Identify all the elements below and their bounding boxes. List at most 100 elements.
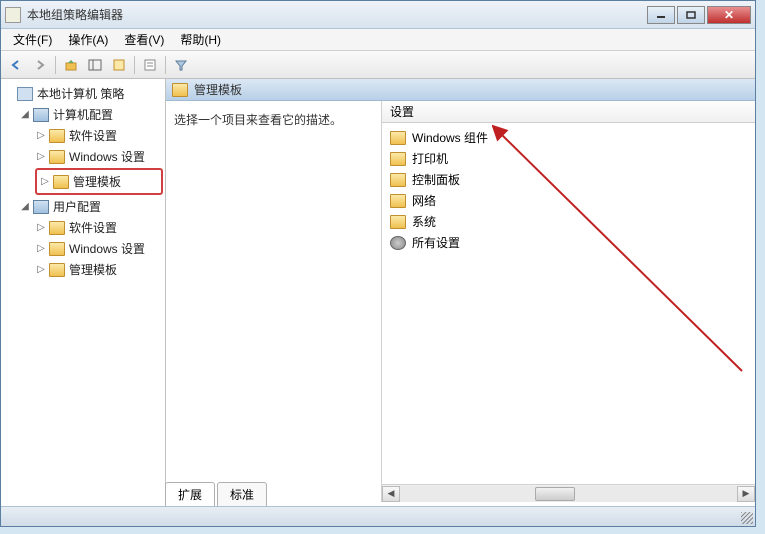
minimize-button[interactable] [647, 6, 675, 24]
scroll-thumb[interactable] [535, 487, 575, 501]
menu-help[interactable]: 帮助(H) [172, 29, 229, 50]
tree-uc-windows[interactable]: ▷ Windows 设置 [35, 238, 163, 259]
window-controls: ✕ [645, 6, 751, 24]
policy-icon [17, 87, 33, 101]
expander-expand-icon[interactable]: ▷ [35, 130, 47, 142]
app-icon [5, 7, 21, 23]
computer-icon [33, 108, 49, 122]
tab-extended[interactable]: 扩展 [165, 482, 215, 507]
list-item-label: 网络 [412, 192, 436, 209]
tab-standard[interactable]: 标准 [217, 482, 267, 507]
list-header-label: 设置 [390, 103, 414, 120]
menubar: 文件(F) 操作(A) 查看(V) 帮助(H) [1, 29, 755, 51]
breadcrumb-label: 管理模板 [194, 81, 242, 98]
menu-action[interactable]: 操作(A) [60, 29, 116, 50]
tree-cc-admin[interactable]: ▷ 管理模板 [39, 171, 159, 192]
folder-icon [53, 175, 69, 189]
description-text: 选择一个项目来查看它的描述。 [174, 113, 342, 127]
export-button[interactable] [108, 54, 130, 76]
tree-label: 管理模板 [69, 261, 117, 278]
list-item-label: Windows 组件 [412, 129, 488, 146]
content-area: 本地计算机 策略 ◢ 计算机配置 ▷ 软件设置 ▷ [1, 79, 755, 502]
folder-icon [49, 150, 65, 164]
tree-label: 管理模板 [73, 173, 121, 190]
toolbar-separator [55, 56, 56, 74]
user-icon [33, 200, 49, 214]
forward-button[interactable] [29, 54, 51, 76]
folder-icon [172, 83, 188, 97]
statusbar [1, 506, 755, 526]
tree-user-config[interactable]: ◢ 用户配置 [19, 196, 163, 217]
tree-uc-software[interactable]: ▷ 软件设置 [35, 217, 163, 238]
toolbar [1, 51, 755, 79]
tree-root[interactable]: 本地计算机 策略 [3, 83, 163, 104]
expander-expand-icon[interactable]: ▷ [35, 243, 47, 255]
scroll-track[interactable] [400, 486, 737, 502]
tree-computer-config[interactable]: ◢ 计算机配置 [19, 104, 163, 125]
list-item-control-panel[interactable]: 控制面板 [386, 169, 751, 190]
tree-label: Windows 设置 [69, 240, 145, 257]
window-title: 本地组策略编辑器 [27, 6, 645, 23]
expander-collapse-icon[interactable]: ◢ [19, 109, 31, 121]
list-item-printers[interactable]: 打印机 [386, 148, 751, 169]
tree-label: Windows 设置 [69, 148, 145, 165]
back-button[interactable] [5, 54, 27, 76]
list-item-windows-components[interactable]: Windows 组件 [386, 127, 751, 148]
breadcrumb: 管理模板 [166, 79, 755, 101]
description-column: 选择一个项目来查看它的描述。 [166, 101, 381, 502]
list-item-system[interactable]: 系统 [386, 211, 751, 232]
close-button[interactable]: ✕ [707, 6, 751, 24]
titlebar[interactable]: 本地组策略编辑器 ✕ [1, 1, 755, 29]
tree-panel[interactable]: 本地计算机 策略 ◢ 计算机配置 ▷ 软件设置 ▷ [1, 79, 166, 502]
folder-icon [390, 152, 406, 166]
maximize-button[interactable] [677, 6, 705, 24]
folder-icon [49, 221, 65, 235]
expander-expand-icon[interactable]: ▷ [35, 222, 47, 234]
scroll-right-icon[interactable]: ▶ [737, 486, 755, 502]
show-hide-tree-button[interactable] [84, 54, 106, 76]
tree-cc-admin-highlighted: ▷ 管理模板 [35, 168, 163, 195]
folder-icon [390, 131, 406, 145]
bottom-tabs: 扩展 标准 [165, 484, 269, 506]
folder-icon [49, 263, 65, 277]
detail-area: 选择一个项目来查看它的描述。 设置 Windows 组件 打印机 [166, 101, 755, 502]
toolbar-separator [134, 56, 135, 74]
list-item-label: 打印机 [412, 150, 448, 167]
expander-icon[interactable] [3, 88, 15, 100]
menu-file[interactable]: 文件(F) [5, 29, 60, 50]
list-item-label: 所有设置 [412, 234, 460, 251]
tree-label: 软件设置 [69, 127, 117, 144]
tree-label: 软件设置 [69, 219, 117, 236]
expander-expand-icon[interactable]: ▷ [35, 151, 47, 163]
resize-grip[interactable] [741, 512, 753, 524]
expander-expand-icon[interactable]: ▷ [35, 264, 47, 276]
folder-icon [390, 215, 406, 229]
up-button[interactable] [60, 54, 82, 76]
settings-list: 设置 Windows 组件 打印机 控制面板 [381, 101, 755, 502]
list-item-network[interactable]: 网络 [386, 190, 751, 211]
expander-expand-icon[interactable]: ▷ [39, 176, 51, 188]
folder-icon [390, 173, 406, 187]
list-item-all-settings[interactable]: 所有设置 [386, 232, 751, 253]
menu-view[interactable]: 查看(V) [116, 29, 172, 50]
tree-label: 本地计算机 策略 [37, 85, 124, 102]
tree-cc-software[interactable]: ▷ 软件设置 [35, 125, 163, 146]
list-item-label: 控制面板 [412, 171, 460, 188]
list-header[interactable]: 设置 [382, 101, 755, 123]
right-panel: 管理模板 选择一个项目来查看它的描述。 设置 Windows 组件 [166, 79, 755, 502]
folder-icon [49, 242, 65, 256]
folder-icon [390, 194, 406, 208]
expander-collapse-icon[interactable]: ◢ [19, 201, 31, 213]
list-body[interactable]: Windows 组件 打印机 控制面板 网络 [382, 123, 755, 484]
scroll-left-icon[interactable]: ◀ [382, 486, 400, 502]
horizontal-scrollbar[interactable]: ◀ ▶ [382, 484, 755, 502]
filter-button[interactable] [170, 54, 192, 76]
tree-label: 用户配置 [53, 198, 101, 215]
tree-uc-admin[interactable]: ▷ 管理模板 [35, 259, 163, 280]
tree-label: 计算机配置 [53, 106, 113, 123]
tree-cc-windows[interactable]: ▷ Windows 设置 [35, 146, 163, 167]
gpedit-window: 本地组策略编辑器 ✕ 文件(F) 操作(A) 查看(V) 帮助(H) 本地计算机… [0, 0, 756, 527]
toolbar-separator [165, 56, 166, 74]
properties-button[interactable] [139, 54, 161, 76]
list-item-label: 系统 [412, 213, 436, 230]
